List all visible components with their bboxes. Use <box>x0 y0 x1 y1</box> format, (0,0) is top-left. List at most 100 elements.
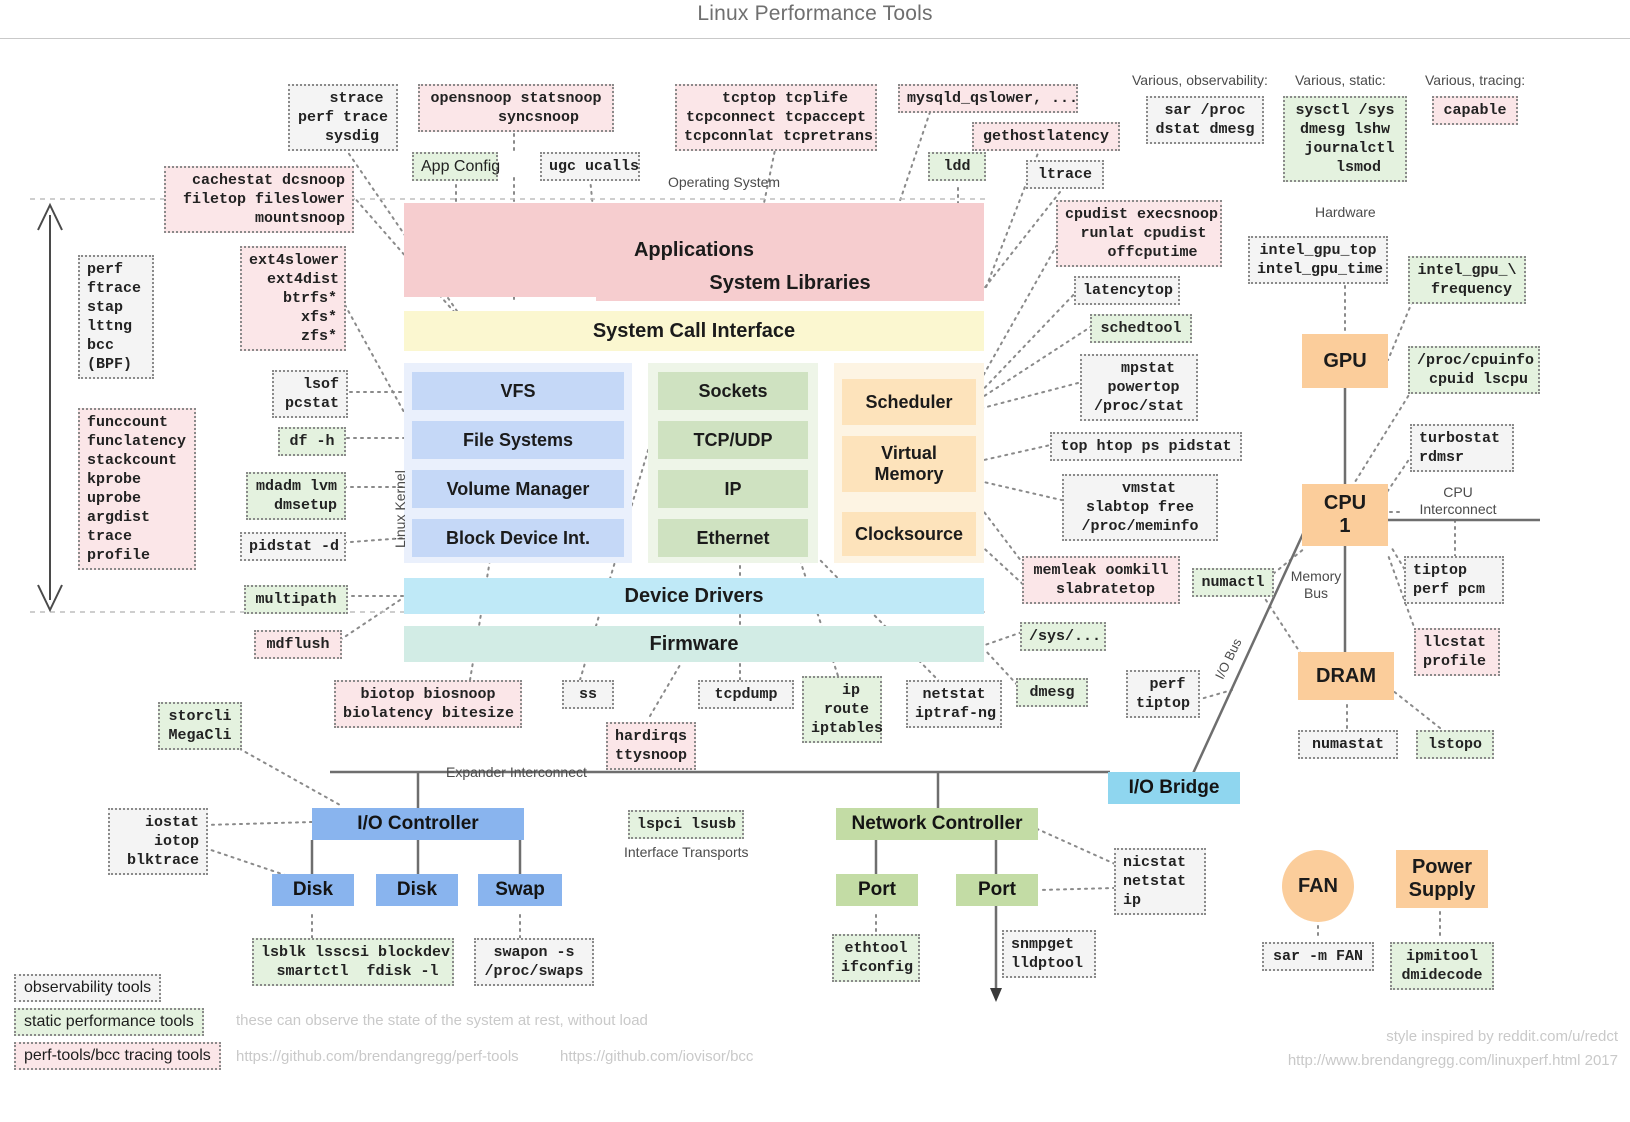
tool-df-h[interactable]: df -h <box>278 427 346 456</box>
hardware-gpu: GPU <box>1302 334 1388 388</box>
footer-credit-style: style inspired by reddit.com/u/redct <box>1386 1028 1618 1045</box>
tool-sar-m-fan[interactable]: sar -m FAN <box>1262 942 1374 971</box>
hardware-fan: FAN <box>1282 850 1354 922</box>
block-volume-manager: Volume Manager <box>412 470 624 508</box>
tool-memleak[interactable]: memleak oomkill slabratetop <box>1022 556 1180 604</box>
tool-ss[interactable]: ss <box>562 680 614 709</box>
tool-llcstat[interactable]: llcstat profile <box>1414 628 1500 676</box>
tool-lspci-lsusb[interactable]: lspci lsusb <box>628 810 744 839</box>
tool-turbostat[interactable]: turbostat rdmsr <box>1410 424 1514 472</box>
tool-sys-dots[interactable]: /sys/... <box>1020 622 1106 651</box>
tool-swapon[interactable]: swapon -s /proc/swaps <box>474 938 594 986</box>
label-cpu-interconnect: CPU Interconnect <box>1419 484 1497 517</box>
tool-perf-tiptop[interactable]: perf tiptop <box>1126 670 1200 718</box>
footer-link-perf-tools[interactable]: https://github.com/brendangregg/perf-too… <box>236 1048 519 1065</box>
block-virtual-memory: Virtual Memory <box>842 436 976 492</box>
tool-pidstat-d[interactable]: pidstat -d <box>240 532 346 561</box>
tool-mpstat[interactable]: mpstat powertop /proc/stat <box>1080 354 1198 421</box>
hardware-disk-2: Disk <box>376 874 458 906</box>
tool-ldd[interactable]: ldd <box>928 152 986 181</box>
tool-ip-route[interactable]: ip route iptables <box>802 676 883 743</box>
hardware-io-bridge: I/O Bridge <box>1108 772 1240 804</box>
tool-ltrace[interactable]: ltrace <box>1026 160 1104 189</box>
label-various-tracing: Various, tracing: <box>1425 72 1526 88</box>
tool-latencytop[interactable]: latencytop <box>1074 276 1180 305</box>
tool-netstat-iptraf[interactable]: netstat iptraf-ng <box>906 680 1002 728</box>
footer-link-bcc[interactable]: https://github.com/iovisor/bcc <box>560 1048 753 1065</box>
tool-biotop[interactable]: biotop biosnoop biolatency bitesize <box>334 680 522 728</box>
tool-snmpget[interactable]: snmpget lldptool <box>1002 930 1096 978</box>
tool-cpudist[interactable]: cpudist execsnoop runlat cpudist offcput… <box>1056 200 1222 267</box>
tool-app-config[interactable]: App Config <box>412 152 500 181</box>
tool-iostat[interactable]: iostat iotop blktrace <box>108 808 208 875</box>
tool-vmstat[interactable]: vmstat slabtop free /proc/meminfo <box>1062 474 1218 541</box>
label-io-bus: I/O Bus <box>1212 636 1245 682</box>
tool-intel-gpu-top[interactable]: intel_gpu_top intel_gpu_time <box>1248 236 1388 284</box>
hardware-power-supply: Power Supply <box>1396 850 1488 908</box>
tool-ipmitool[interactable]: ipmitool dmidecode <box>1390 942 1494 990</box>
tool-tiptop-perf-pcm[interactable]: tiptop perf pcm <box>1404 556 1504 604</box>
tool-schedtool[interactable]: schedtool <box>1090 314 1192 343</box>
tool-multipath[interactable]: multipath <box>244 585 348 614</box>
tool-ethtool[interactable]: ethtool ifconfig <box>832 934 920 982</box>
tool-mdadm[interactable]: mdadm lvm dmsetup <box>246 472 346 520</box>
legend-tracing: perf-tools/bcc tracing tools <box>14 1042 221 1070</box>
tool-dmesg[interactable]: dmesg <box>1016 678 1088 707</box>
block-ip: IP <box>658 470 808 508</box>
footer-credit-url[interactable]: http://www.brendangregg.com/linuxperf.ht… <box>1110 1052 1618 1069</box>
tool-mysqld-qslower[interactable]: mysqld_qslower, ... <box>898 84 1078 113</box>
tool-ugc-ucalls[interactable]: ugc ucalls <box>540 152 640 181</box>
hardware-port-2: Port <box>956 874 1038 906</box>
layer-device-drivers: Device Drivers <box>404 578 984 614</box>
block-clocksource: Clocksource <box>842 512 976 556</box>
tool-numactl[interactable]: numactl <box>1192 568 1274 597</box>
footer-static-note: these can observe the state of the syste… <box>236 1012 648 1029</box>
label-linux-kernel: Linux Kernel <box>392 470 408 548</box>
label-memory-bus: Memory Bus <box>1290 568 1342 601</box>
hardware-swap: Swap <box>478 874 562 906</box>
tool-lsof[interactable]: lsof pcstat <box>272 370 348 418</box>
block-sockets: Sockets <box>658 372 808 410</box>
tool-tcpdump[interactable]: tcpdump <box>698 680 794 709</box>
tool-mdflush[interactable]: mdflush <box>254 630 342 659</box>
tool-top-htop[interactable]: top htop ps pidstat <box>1050 432 1242 461</box>
tool-gethostlatency[interactable]: gethostlatency <box>972 122 1120 151</box>
block-tcp-udp: TCP/UDP <box>658 421 808 459</box>
label-expander-interconnect: Expander Interconnect <box>446 764 587 780</box>
tool-sar-proc[interactable]: sar /proc dstat dmesg <box>1146 96 1264 144</box>
label-operating-system: Operating System <box>668 174 781 190</box>
tool-storcli[interactable]: storcli MegaCli <box>158 702 242 750</box>
tool-funccount[interactable]: funccount funclatency stackcount kprobe … <box>78 408 196 570</box>
layer-firmware: Firmware <box>404 626 984 662</box>
hardware-port-1: Port <box>836 874 918 906</box>
tool-capable[interactable]: capable <box>1432 96 1518 125</box>
tool-strace[interactable]: strace perf trace sysdig <box>288 84 398 151</box>
layer-system-libraries: System Libraries <box>596 265 984 301</box>
label-various-static: Various, static: <box>1295 72 1386 88</box>
tool-lstopo[interactable]: lstopo <box>1416 730 1494 759</box>
tool-numastat[interactable]: numastat <box>1298 730 1398 759</box>
tool-ext4slower[interactable]: ext4slower ext4dist btrfs* xfs* zfs* <box>240 246 346 351</box>
legend-observability: observability tools <box>14 974 162 1002</box>
hardware-network-controller: Network Controller <box>836 808 1038 840</box>
tool-cachestat[interactable]: cachestat dcsnoop filetop fileslower mou… <box>164 166 354 233</box>
tool-tcptop[interactable]: tcptop tcplife tcpconnect tcpaccept tcpc… <box>675 84 877 151</box>
tool-sysctl[interactable]: sysctl /sys dmesg lshw journalctl lsmod <box>1283 96 1407 182</box>
block-block-device-int: Block Device Int. <box>412 519 624 557</box>
layer-system-call-interface: System Call Interface <box>404 311 984 351</box>
block-scheduler: Scheduler <box>842 379 976 425</box>
diagram-canvas: strace perf trace sysdig opensnoop stats… <box>0 0 1630 1122</box>
hardware-disk-1: Disk <box>272 874 354 906</box>
tool-proc-cpuinfo[interactable]: /proc/cpuinfo cpuid lscpu <box>1408 346 1540 394</box>
tool-nicstat[interactable]: nicstat netstat ip <box>1114 848 1206 915</box>
tool-lsblk[interactable]: lsblk lsscsi blockdev smartctl fdisk -l <box>252 938 454 986</box>
block-file-systems: File Systems <box>412 421 624 459</box>
tool-opensnoop[interactable]: opensnoop statsnoop syncsnoop <box>418 84 614 132</box>
tool-perf-ftrace[interactable]: perf ftrace stap lttng bcc (BPF) <box>78 255 154 379</box>
block-ethernet: Ethernet <box>658 519 808 557</box>
tool-hardirqs[interactable]: hardirqs ttysnoop <box>606 722 696 770</box>
tool-intel-gpu-frequency[interactable]: intel_gpu_\ frequency <box>1408 256 1526 304</box>
label-various-observability: Various, observability: <box>1132 72 1268 88</box>
legend-static: static performance tools <box>14 1008 204 1036</box>
label-hardware: Hardware <box>1315 204 1376 220</box>
